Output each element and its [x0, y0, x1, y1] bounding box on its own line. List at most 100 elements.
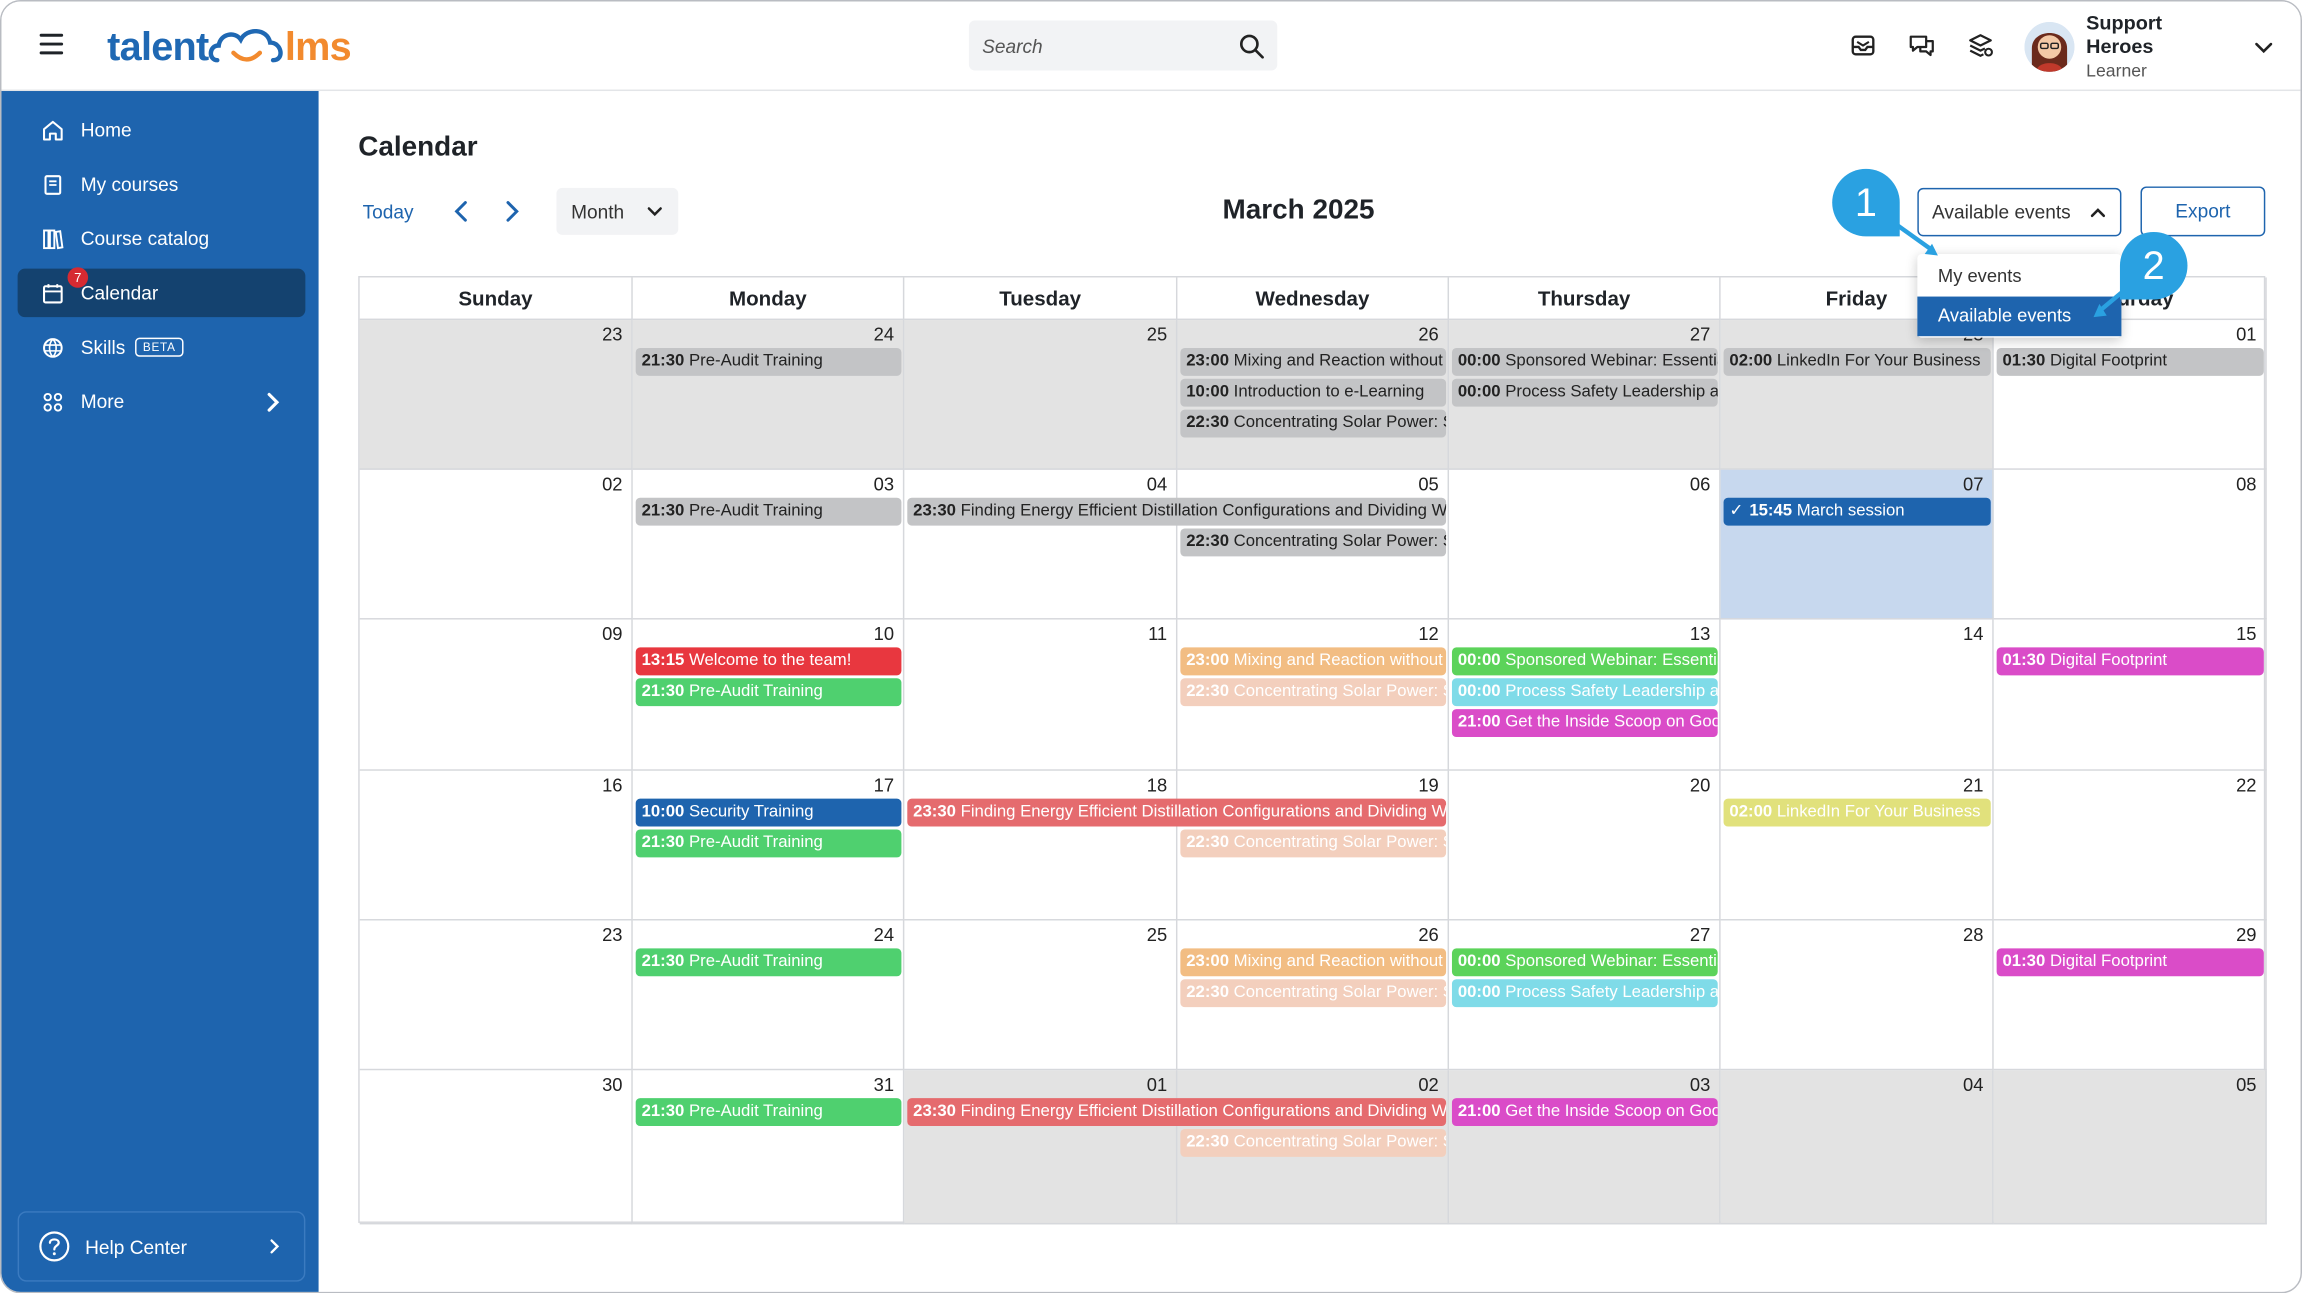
calendar-event[interactable]: 23:30 Finding Energy Efficient Distillat… — [907, 798, 1447, 827]
day-cell[interactable]: 03 — [632, 469, 905, 620]
day-cell[interactable]: 03 — [1449, 1070, 1721, 1225]
event-title: LinkedIn For Your Business — [1776, 803, 1981, 821]
day-cell[interactable]: 09 — [359, 619, 633, 771]
day-cell[interactable]: 04 — [1720, 1070, 1994, 1225]
search-icon[interactable] — [1239, 33, 1264, 58]
inbox-icon[interactable] — [1848, 31, 1877, 60]
day-number: 03 — [873, 474, 895, 495]
day-cell[interactable]: 04 — [904, 469, 1178, 620]
day-cell[interactable]: 18 — [904, 770, 1178, 921]
day-number: 15 — [2236, 623, 2257, 645]
search-input[interactable] — [982, 34, 1218, 57]
calendar-event[interactable]: 23:00 Mixing and Reaction without — [1180, 647, 1447, 676]
calendar-event[interactable]: 00:00 Process Safety Leadership an — [1451, 378, 1718, 407]
sidebar-item-more[interactable]: More — [18, 377, 306, 425]
day-cell[interactable]: 07 — [1720, 469, 1994, 620]
calendar-event[interactable]: 22:30 Concentrating Solar Power: S — [1180, 1128, 1447, 1157]
calendar-event[interactable]: 02:00 LinkedIn For Your Business — [1723, 347, 1991, 376]
day-cell[interactable]: 11 — [904, 619, 1178, 771]
day-cell[interactable]: 01 — [904, 1070, 1178, 1225]
day-cell[interactable]: 02 — [359, 469, 633, 620]
sidebar-item-skills[interactable]: Skills BETA — [18, 323, 306, 371]
calendar-event[interactable]: 01:30 Digital Footprint — [1996, 347, 2264, 376]
day-cell[interactable]: 22 — [1993, 770, 2267, 921]
event-time: 21:00 — [1457, 713, 1501, 732]
chevron-right-icon — [270, 1239, 280, 1254]
calendar-event[interactable]: ✓ 15:45 March session — [1723, 497, 1991, 526]
calendar-event[interactable]: 22:30 Concentrating Solar Power: S — [1180, 528, 1447, 557]
calendar-event[interactable]: 02:00 LinkedIn For Your Business — [1723, 798, 1991, 827]
calendar-event[interactable]: 00:00 Process Safety Leadership an — [1451, 678, 1718, 707]
day-cell[interactable]: 24 — [632, 320, 905, 470]
search-box[interactable] — [968, 20, 1278, 71]
day-cell[interactable]: 28 — [1720, 920, 1994, 1071]
day-cell[interactable]: 28 — [1720, 320, 1994, 470]
day-cell[interactable]: 24 — [632, 920, 905, 1071]
event-title: Get the Inside Scoop on Goog — [1505, 1102, 1718, 1121]
day-number: 05 — [2236, 1074, 2257, 1096]
chevron-down-icon[interactable] — [2254, 37, 2274, 58]
previous-month-icon[interactable] — [449, 198, 475, 224]
day-cell[interactable]: 08 — [1993, 469, 2267, 620]
calendar-event[interactable]: 00:00 Process Safety Leadership an — [1451, 979, 1718, 1008]
day-cell[interactable]: 01 — [1993, 320, 2267, 470]
sidebar-item-calendar[interactable]: 7 Calendar — [17, 267, 306, 318]
calendar-event[interactable]: 21:30 Pre-Audit Training — [635, 347, 902, 376]
day-cell[interactable]: 29 — [1993, 920, 2267, 1071]
calendar-event[interactable]: 01:30 Digital Footprint — [1996, 948, 2264, 977]
sidebar-item-course-catalog[interactable]: Course catalog — [18, 214, 306, 262]
today-button[interactable]: Today — [363, 201, 414, 223]
day-cell[interactable]: 05 — [1993, 1070, 2267, 1225]
calendar-event[interactable]: 23:00 Mixing and Reaction without — [1180, 948, 1447, 977]
calendar-event[interactable]: 13:15 Welcome to the team! — [635, 647, 902, 676]
calendar-event[interactable]: 01:30 Digital Footprint — [1996, 647, 2264, 676]
help-icon — [39, 1231, 70, 1262]
user-menu[interactable]: Support Heroes Learner — [2024, 12, 2275, 81]
sidebar-item-home[interactable]: Home — [18, 106, 306, 154]
chat-icon[interactable] — [1907, 31, 1936, 60]
calendar-event[interactable]: 21:00 Get the Inside Scoop on Goog — [1451, 709, 1718, 737]
calendar-event[interactable]: 23:00 Mixing and Reaction without — [1180, 347, 1447, 376]
calendar-event[interactable]: 10:00 Introduction to e-Learning — [1180, 378, 1447, 407]
event-title: Concentrating Solar Power: S — [1233, 1133, 1447, 1151]
calendar-event[interactable]: 00:00 Sponsored Webinar: Essentia — [1451, 347, 1718, 376]
help-center-button[interactable]: Help Center — [17, 1211, 306, 1282]
event-time: 10:00 — [1186, 383, 1230, 401]
day-cell[interactable]: 15 — [1993, 619, 2267, 771]
day-cell[interactable]: 25 — [904, 320, 1178, 470]
calendar-event[interactable]: 21:00 Get the Inside Scoop on Goog — [1451, 1098, 1718, 1127]
day-cell[interactable]: 21 — [1720, 770, 1994, 921]
calendar-event[interactable]: 22:30 Concentrating Solar Power: S — [1180, 409, 1447, 438]
brand-logo[interactable]: talent lms — [107, 22, 352, 72]
calendar-event[interactable]: 21:30 Pre-Audit Training — [635, 948, 902, 977]
export-button[interactable]: Export — [2140, 186, 2266, 237]
day-cell[interactable]: 31 — [632, 1070, 905, 1225]
day-number: 04 — [1146, 474, 1168, 495]
day-cell[interactable]: 23 — [359, 320, 633, 470]
next-month-icon[interactable] — [498, 198, 524, 224]
calendar-event[interactable]: 23:30 Finding Energy Efficient Distillat… — [907, 497, 1447, 526]
calendar-event[interactable]: 00:00 Sponsored Webinar: Essentia — [1451, 948, 1718, 977]
day-cell[interactable]: 20 — [1449, 770, 1721, 921]
calendar-event[interactable]: 22:30 Concentrating Solar Power: S — [1180, 678, 1447, 707]
hamburger-menu-icon[interactable] — [39, 33, 64, 55]
calendar-event[interactable]: 23:30 Finding Energy Efficient Distillat… — [907, 1098, 1447, 1127]
view-select[interactable]: Month — [556, 187, 679, 235]
month-title: March 2025 — [1222, 195, 1375, 227]
day-cell[interactable]: 30 — [359, 1070, 633, 1225]
calendar-event[interactable]: 22:30 Concentrating Solar Power: S — [1180, 829, 1447, 858]
settings-stack-icon[interactable] — [1966, 31, 1995, 60]
day-cell[interactable]: 06 — [1449, 469, 1721, 620]
day-cell[interactable]: 14 — [1720, 619, 1994, 771]
calendar-event[interactable]: 00:00 Sponsored Webinar: Essentia — [1451, 647, 1718, 676]
day-cell[interactable]: 16 — [359, 770, 633, 921]
calendar-event[interactable]: 21:30 Pre-Audit Training — [635, 497, 902, 526]
sidebar-item-my-courses[interactable]: My courses — [18, 160, 306, 208]
calendar-event[interactable]: 10:00 Security Training — [635, 798, 902, 827]
calendar-event[interactable]: 21:30 Pre-Audit Training — [635, 678, 902, 707]
calendar-event[interactable]: 21:30 Pre-Audit Training — [635, 829, 902, 858]
day-cell[interactable]: 25 — [904, 920, 1178, 1071]
day-cell[interactable]: 23 — [359, 920, 633, 1071]
calendar-event[interactable]: 21:30 Pre-Audit Training — [635, 1098, 902, 1127]
calendar-event[interactable]: 22:30 Concentrating Solar Power: S — [1180, 979, 1447, 1008]
